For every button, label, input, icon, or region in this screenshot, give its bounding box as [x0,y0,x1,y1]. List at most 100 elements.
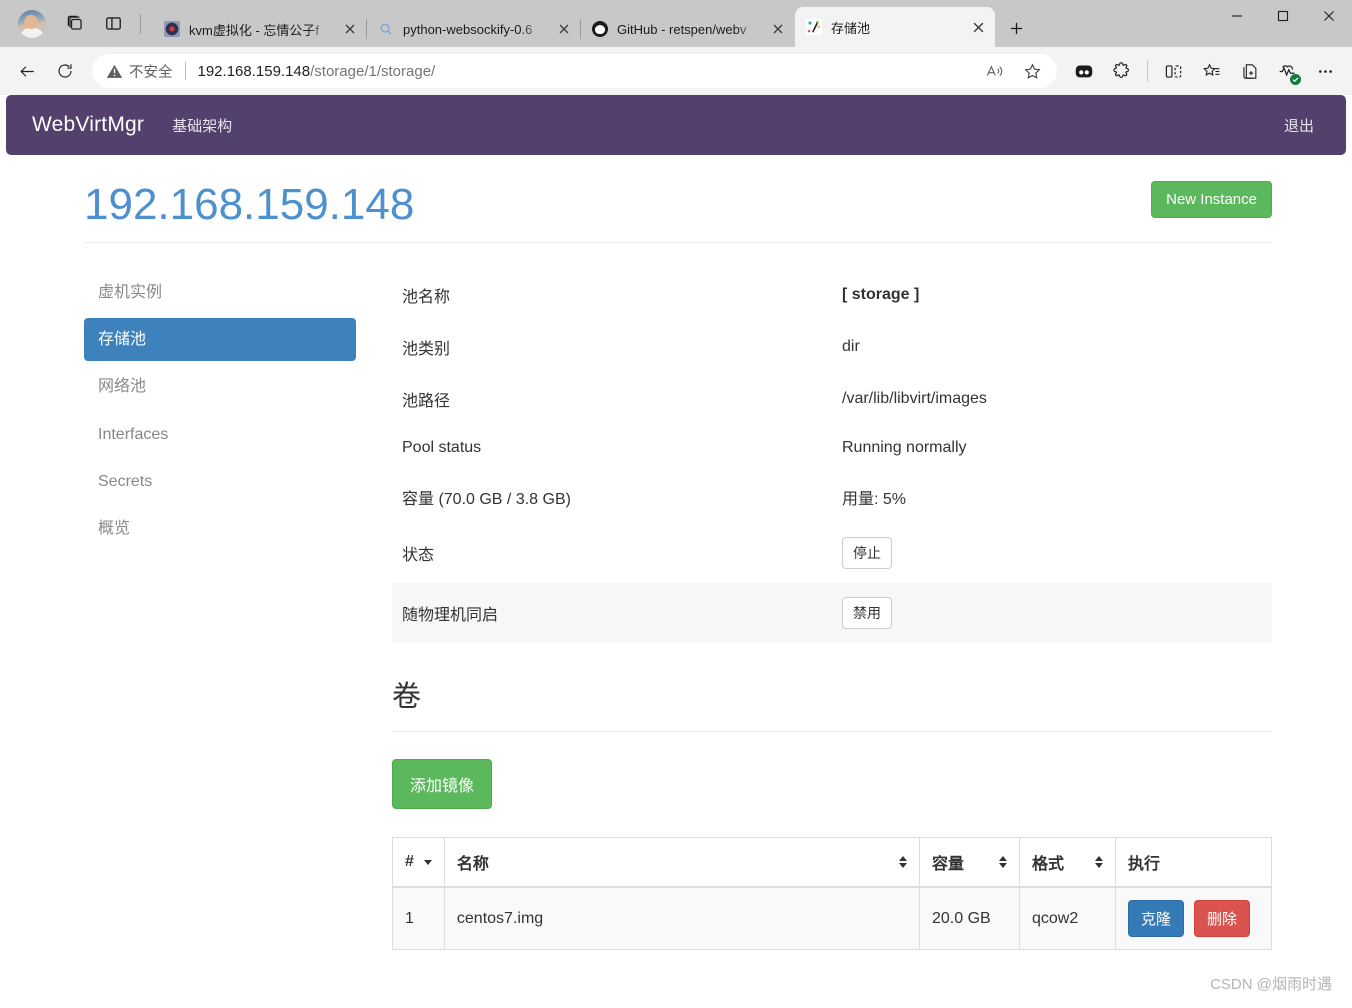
watermark: CSDN @烟雨时遇 [1210,976,1332,993]
more-options-icon[interactable] [1308,54,1342,88]
column-header-format[interactable]: 格式 [1019,837,1116,888]
minimize-button[interactable] [1214,0,1260,32]
sidebar-item-instances[interactable]: 虚机实例 [84,271,356,314]
web-page: WebVirtMgr 基础架构 退出 192.168.159.148 New I… [0,95,1352,1008]
tab-actions-icon[interactable] [97,8,129,40]
address-bar[interactable]: 不安全 192.168.159.148/storage/1/storage/ [92,54,1057,88]
browser-tab-3[interactable]: 存储池 [795,7,995,47]
star-icon[interactable] [1015,54,1049,88]
tab-title: kvm虚拟化 - 忘情公子f [189,22,319,38]
column-label: # [405,853,414,870]
chrome-left-icons [6,0,153,47]
app-navbar: WebVirtMgr 基础架构 退出 [6,95,1346,155]
column-label: 格式 [1032,856,1065,873]
page-container: 192.168.159.148 New Instance 虚机实例 存储池 网络… [0,155,1352,950]
tab-close-icon[interactable] [339,18,361,40]
info-key: 随物理机同启 [402,607,499,624]
new-instance-button[interactable]: New Instance [1151,181,1272,218]
info-row-pool-status: Pool status Running normally [392,425,1272,471]
logout-link[interactable]: 退出 [1284,115,1332,136]
pool-name-value: [ storage ] [842,286,920,303]
info-row-pool-type: 池类别 dir [392,321,1272,373]
sidebar-item-interfaces[interactable]: Interfaces [84,413,356,456]
cell-actions: 克隆 删除 [1115,887,1272,950]
volumes-table-body: 1 centos7.img 20.0 GB qcow2 克隆 删除 [392,887,1272,950]
info-key: Pool status [402,439,482,456]
column-header-index[interactable]: # [392,837,445,888]
divider [184,62,186,80]
info-value: 用量: 5% [842,491,907,508]
column-label: 名称 [456,856,489,873]
omnibox-actions [975,54,1051,88]
sidebar-item-networks[interactable]: 网络池 [84,365,356,408]
sidebar-item-storage[interactable]: 存储池 [84,318,356,362]
autostart-toggle-button[interactable]: 禁用 [842,597,892,629]
webvirtmgr-favicon [806,19,822,35]
stop-button[interactable]: 停止 [842,537,892,569]
sort-icon [999,856,1007,868]
nav-link-infrastructure[interactable]: 基础架构 [158,115,246,136]
column-header-name[interactable]: 名称 [444,837,921,888]
info-key: 池名称 [402,289,451,306]
info-value: 停止 [832,523,1272,583]
clone-button[interactable]: 克隆 [1128,900,1185,937]
split-screen-icon[interactable] [1156,54,1190,88]
url-host: 192.168.159.148 [197,62,311,80]
column-header-capacity[interactable]: 容量 [919,837,1020,888]
app-brand[interactable]: WebVirtMgr [20,113,158,137]
info-value: [ storage ] [832,269,1272,321]
window-controls [1214,0,1352,47]
info-row-state: 状态 停止 [392,523,1272,583]
browser-tab-0[interactable]: kvm虚拟化 - 忘情公子f [153,11,367,47]
close-button[interactable] [1306,0,1352,32]
info-row-pool-path: 池路径 /var/lib/libvirt/images [392,373,1272,425]
browser-toolbar: 不安全 192.168.159.148/storage/1/storage/ [0,47,1352,95]
add-image-wrap: 添加镜像 [392,759,1272,809]
new-tab-button[interactable] [1001,13,1031,43]
kvm-favicon [164,21,180,37]
browser-essentials-icon[interactable] [1270,54,1304,88]
copilot-icon[interactable] [1067,54,1101,88]
column-label: 容量 [932,856,965,873]
pool-info-table: 池名称 [ storage ] 池类别 dir 池路径 /var/lib/lib… [392,269,1272,643]
info-key: 池路径 [402,393,451,410]
page-title: 192.168.159.148 [84,179,415,229]
url-text: 192.168.159.148/storage/1/storage/ [198,63,436,80]
not-secure-icon [106,63,123,80]
tab-close-icon[interactable] [767,18,789,40]
tab-close-icon[interactable] [967,16,989,38]
tab-title: python-websockify-0.6 [403,21,533,37]
tab-close-icon[interactable] [553,18,575,40]
sidebar-item-overview[interactable]: 概览 [84,507,356,550]
read-aloud-icon[interactable] [977,54,1011,88]
volumes-section-title: 卷 [392,673,1272,732]
volumes-table-head: # 名称 容量 格式 执行 [392,837,1272,888]
page-header: 192.168.159.148 New Instance [84,155,1272,243]
info-row-capacity: 容量 (70.0 GB / 3.8 GB) 用量: 5% [392,471,1272,523]
browser-tab-2[interactable]: GitHub - retspen/webv [580,11,795,47]
sort-desc-icon [423,859,432,865]
back-arrow-icon[interactable] [10,54,44,88]
delete-button[interactable]: 删除 [1194,900,1251,937]
browser-tab-1[interactable]: python-websockify-0.6 [366,11,581,47]
maximize-button[interactable] [1260,0,1306,32]
add-image-button[interactable]: 添加镜像 [392,759,493,809]
info-value: 禁用 [832,583,1272,643]
collections-icon[interactable] [1194,54,1228,88]
refresh-icon[interactable] [48,54,82,88]
info-key: 状态 [402,547,435,564]
avatar[interactable] [18,9,46,38]
github-favicon [592,21,608,37]
sidebar: 虚机实例 存储池 网络池 Interfaces Secrets 概览 [84,269,356,950]
column-header-actions: 执行 [1115,837,1272,888]
status-dot [1290,74,1301,85]
tab-title: 存储池 [831,20,871,36]
info-row-pool-name: 池名称 [ storage ] [392,269,1272,321]
add-to-collection-icon[interactable] [1232,54,1266,88]
extensions-icon[interactable] [1105,54,1139,88]
sidebar-item-secrets[interactable]: Secrets [84,460,356,503]
workspaces-icon[interactable] [59,8,91,40]
info-value: /var/lib/libvirt/images [842,390,987,407]
volumes-table: # 名称 容量 格式 执行 1 centos7.img 20.0 GB qcow… [392,837,1272,950]
cell-name: centos7.img [444,887,921,950]
